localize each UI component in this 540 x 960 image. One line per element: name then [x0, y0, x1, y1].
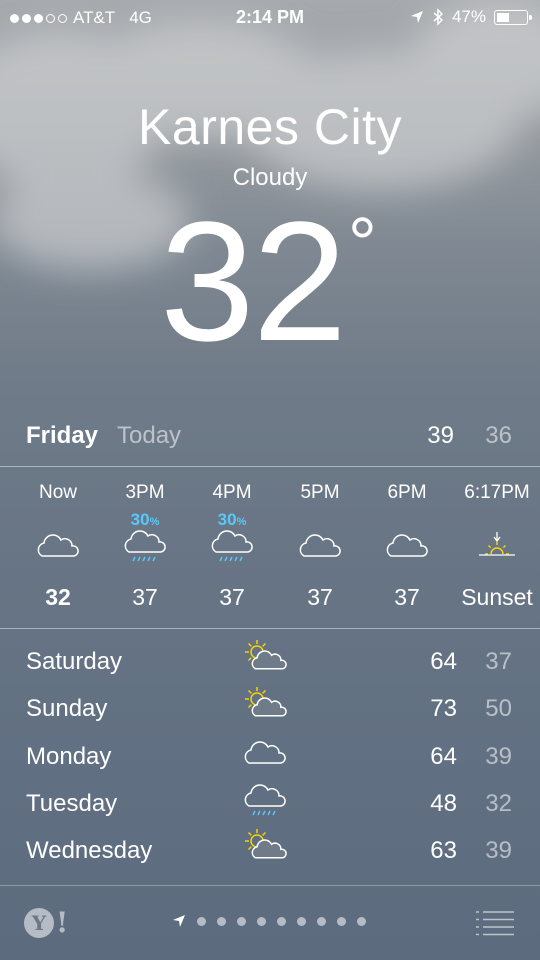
hourly-temp: 37	[394, 584, 420, 610]
daily-row: Wednesday 63 39	[0, 829, 540, 876]
bluetooth-icon	[433, 8, 444, 26]
daily-icon-wrap	[240, 782, 290, 822]
daily-day: Tuesday	[26, 789, 118, 817]
divider	[0, 628, 540, 629]
daily-row: Sunday 73 50	[0, 687, 540, 734]
cloud-rain-icon	[211, 530, 253, 562]
sunset-icon	[479, 532, 515, 556]
degree-symbol: °	[348, 204, 377, 284]
daily-low: 39	[485, 837, 512, 865]
partly-sunny-icon	[245, 687, 287, 717]
hourly-temp: Sunset	[461, 584, 533, 610]
hourly-item: 3PM 30% 37	[100, 468, 190, 628]
hourly-item: Now 32	[13, 468, 103, 628]
page-dot	[277, 916, 286, 926]
daily-high: 63	[430, 837, 457, 865]
page-dot	[297, 916, 306, 926]
daily-high: 64	[430, 742, 457, 770]
page-dot	[337, 916, 346, 926]
daily-low: 39	[485, 742, 512, 770]
page-dot	[317, 916, 326, 926]
daily-row: Saturday 64 37	[0, 640, 540, 687]
hourly-icon-wrap	[13, 530, 103, 566]
cloud-icon	[299, 534, 341, 557]
hourly-icon-wrap	[100, 530, 190, 566]
hourly-time: Now	[38, 482, 77, 503]
hourly-icon-wrap	[275, 530, 365, 566]
daily-low: 32	[485, 789, 512, 817]
hourly-icon-wrap	[362, 530, 452, 566]
daily-day: Monday	[26, 742, 112, 770]
daily-high: 73	[430, 695, 457, 723]
page-dot	[257, 916, 266, 926]
hourly-temp: 32	[45, 584, 71, 610]
today-label: Today	[117, 422, 182, 449]
battery-icon	[494, 9, 532, 25]
hourly-temp: 37	[219, 584, 245, 610]
bottom-toolbar: Y !	[0, 886, 540, 960]
yahoo-logo-bang: !	[56, 906, 69, 939]
location-arrow-icon	[173, 915, 185, 927]
hourly-temp: 37	[307, 584, 333, 610]
status-right: 47%	[410, 7, 532, 27]
today-low: 36	[485, 422, 512, 449]
daily-icon-wrap	[240, 640, 290, 680]
cloud-icon	[386, 534, 428, 557]
divider	[0, 466, 540, 467]
status-bar: AT&T 4G 2:14 PM 47%	[0, 0, 540, 36]
hourly-item: 6:17PM Sunset	[452, 468, 540, 628]
cloud-rain-icon	[124, 530, 166, 562]
daily-day: Saturday	[26, 648, 123, 675]
page-control[interactable]	[172, 914, 366, 928]
cloud-rain-icon	[244, 784, 286, 816]
page-dot	[357, 916, 366, 926]
cloud-icon	[37, 534, 79, 557]
daily-icon-wrap	[240, 735, 290, 775]
daily-high: 64	[430, 648, 457, 675]
hourly-temp: 37	[132, 584, 158, 610]
partly-sunny-icon	[245, 829, 287, 859]
hourly-time: 5PM	[300, 482, 340, 503]
page-dot	[217, 916, 226, 926]
cloud-icon	[244, 740, 286, 764]
hourly-icon-wrap	[187, 530, 277, 566]
daily-day: Sunday	[26, 695, 108, 723]
hourly-time: 3PM	[125, 482, 165, 503]
partly-sunny-icon	[245, 640, 287, 670]
daily-row: Monday 64 39	[0, 735, 540, 782]
page-dot	[237, 916, 246, 926]
location-services-icon	[410, 11, 423, 23]
daily-low: 37	[485, 648, 512, 675]
city-list-menu-icon[interactable]	[476, 910, 514, 936]
hourly-item: 6PM 37	[362, 468, 452, 628]
daily-icon-wrap	[240, 687, 290, 727]
hourly-precip-chance: 30%	[217, 510, 247, 529]
yahoo-logo-button[interactable]: Y !	[24, 906, 68, 939]
battery-percent: 47%	[451, 7, 486, 26]
hourly-time: 4PM	[212, 482, 252, 503]
yahoo-logo-icon: Y	[24, 907, 54, 938]
hourly-precip-chance: 30%	[130, 510, 160, 529]
daily-day: Wednesday	[26, 837, 153, 865]
today-day: Friday	[26, 422, 99, 449]
daily-icon-wrap	[240, 829, 290, 869]
hourly-forecast[interactable]: Now 32 3PM 30% 37 4PM 30% 37 5PM 37 6PM 37 6:17PM Sun…	[0, 468, 540, 628]
page-dot	[197, 916, 206, 926]
hourly-icon-wrap	[452, 530, 540, 566]
today-high: 39	[427, 422, 454, 449]
hourly-item: 4PM 30% 37	[187, 468, 277, 628]
city-name: Karnes City	[138, 99, 402, 155]
current-temperature: 32	[160, 187, 347, 377]
hourly-time: 6:17PM	[464, 482, 530, 503]
today-summary: Friday Today 39 36	[0, 418, 540, 458]
daily-high: 48	[430, 789, 457, 817]
hourly-time: 6PM	[387, 482, 427, 503]
daily-low: 50	[485, 695, 512, 723]
daily-row: Tuesday 48 32	[0, 782, 540, 829]
hourly-item: 5PM 37	[275, 468, 365, 628]
